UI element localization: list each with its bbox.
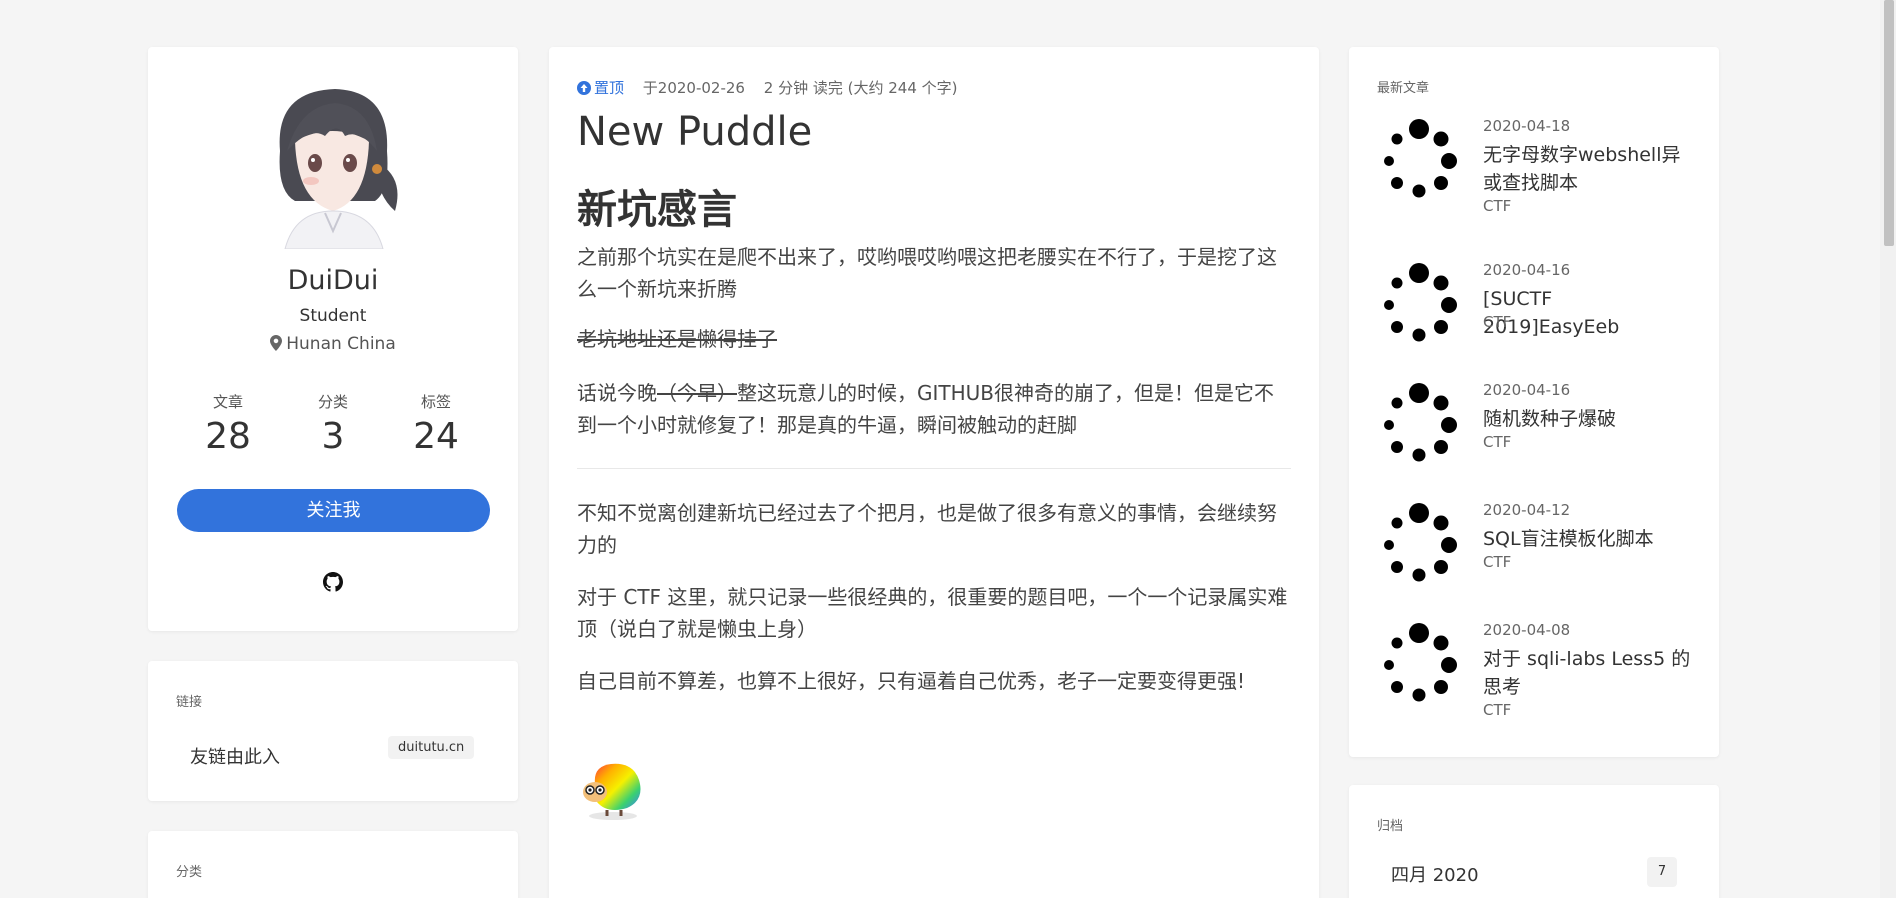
article-meta: 置顶 于2020-02-26 2 分钟 读完 (大约 244 个字): [577, 77, 972, 98]
profile-card: DuiDui Student Hunan China 文章 28 分类 3 标签…: [148, 47, 518, 631]
recent-post-item[interactable]: 2020-04-16 随机数种子爆破 CTF: [1377, 381, 1697, 491]
profile-location: Hunan China: [148, 334, 518, 354]
post-title[interactable]: 无字母数字webshell异或查找脚本: [1483, 141, 1693, 197]
post-title[interactable]: 对于 sqli-labs Less5 的思考: [1483, 645, 1693, 701]
post-category[interactable]: CTF: [1483, 313, 1511, 331]
archive-heading: 归档: [1377, 819, 1404, 834]
recent-post-item[interactable]: 2020-04-18 无字母数字webshell异或查找脚本 CTF: [1377, 117, 1697, 227]
article-title[interactable]: New Puddle: [577, 109, 812, 155]
article-paragraph: 对于 CTF 这里，就只记录一些很经典的，很重要的题目吧，一个一个记录属实难顶（…: [577, 585, 1288, 641]
stat-value: 24: [413, 416, 459, 457]
stat-label: 文章: [212, 393, 243, 411]
scrollbar-thumb[interactable]: [1884, 0, 1894, 246]
categories-heading: 分类: [176, 865, 203, 880]
archive-card: 归档 四月 2020 7: [1349, 785, 1719, 898]
post-title[interactable]: [SUCTF 2019]EasyEeb: [1483, 285, 1693, 341]
article-paragraph: 之前那个坑实在是爬不出来了，哎哟喂哎哟喂这把老腰实在不行了，于是挖了这么一个新坑…: [577, 245, 1277, 301]
post-date: 2020-04-18: [1483, 117, 1571, 135]
profile-stats: 文章 28 分类 3 标签 24: [148, 391, 518, 471]
article-card: 置顶 于2020-02-26 2 分钟 读完 (大约 244 个字) New P…: [549, 47, 1319, 898]
paragraph-text: 话说今晚: [577, 381, 657, 405]
post-category[interactable]: CTF: [1483, 553, 1511, 571]
stat-categories[interactable]: 分类 3: [283, 391, 383, 457]
avatar: [255, 81, 411, 249]
arrow-up-circle-icon: [577, 81, 591, 95]
links-card: 链接 友链由此入 duitutu.cn: [148, 661, 518, 801]
profile-role: Student: [299, 306, 367, 326]
loading-spinner-icon: [1384, 383, 1457, 462]
stat-articles[interactable]: 文章 28: [178, 391, 278, 457]
follow-button[interactable]: 关注我: [177, 489, 490, 532]
recent-posts-card: 最新文章 2020-04-18 无字母数字webshell异或查找脚本 CTF …: [1349, 47, 1719, 757]
loading-spinner-icon: [1384, 263, 1457, 342]
pinned-label: 置顶: [594, 79, 625, 97]
post-date: 2020-04-12: [1483, 501, 1571, 519]
post-date: 2020-04-16: [1483, 381, 1571, 399]
paragraph-strikethrough-text: （今早）: [657, 381, 737, 405]
article-date: 于2020-02-26: [642, 79, 745, 97]
post-date: 2020-04-16: [1483, 261, 1571, 279]
article-strikethrough-paragraph: 老坑地址还是懒得挂了: [577, 327, 777, 351]
article-paragraph: 不知不觉离创建新坑已经过去了个把月，也是做了很多有意义的事情，会继续努力的: [577, 501, 1277, 557]
article-paragraph: 话说今晚（今早）整这玩意儿的时候，GITHUB很神奇的崩了，但是！但是它不到一个…: [577, 377, 1289, 441]
profile-name: DuiDui: [287, 265, 379, 296]
stat-value: 28: [205, 416, 251, 457]
categories-card: 分类: [148, 831, 518, 898]
recent-post-item[interactable]: 2020-04-12 SQL盲注模板化脚本 CTF: [1377, 501, 1697, 611]
map-marker-icon: [270, 335, 283, 351]
location-text: Hunan China: [286, 334, 396, 354]
github-icon[interactable]: [323, 572, 343, 592]
archive-month[interactable]: 四月 2020: [1391, 861, 1479, 887]
recent-heading: 最新文章: [1377, 81, 1430, 96]
recent-post-item[interactable]: 2020-04-16 [SUCTF 2019]EasyEeb CTF: [1377, 261, 1697, 371]
article-read-time: 2 分钟 读完 (大约 244 个字): [763, 79, 958, 97]
page: DuiDui Student Hunan China 文章 28 分类 3 标签…: [0, 0, 1896, 898]
archive-count-badge: 7: [1647, 857, 1677, 887]
post-title[interactable]: 随机数种子爆破: [1483, 405, 1693, 433]
recent-post-item[interactable]: 2020-04-08 对于 sqli-labs Less5 的思考 CTF: [1377, 621, 1697, 731]
post-category[interactable]: CTF: [1483, 701, 1511, 719]
stat-label: 标签: [420, 393, 451, 411]
article-heading: 新坑感言: [577, 187, 737, 233]
loading-spinner-icon: [1384, 503, 1457, 582]
friend-link-tag[interactable]: duitutu.cn: [388, 736, 475, 759]
post-category[interactable]: CTF: [1483, 197, 1511, 215]
loading-spinner-icon: [1384, 119, 1457, 198]
article-paragraph: 自己目前不算差，也算不上很好，只有逼着自己优秀，老子一定要变得更强!: [577, 669, 1246, 693]
stat-label: 分类: [317, 393, 348, 411]
post-category[interactable]: CTF: [1483, 433, 1511, 451]
article-divider: [577, 468, 1291, 469]
stat-tags[interactable]: 标签 24: [386, 391, 486, 457]
loading-spinner-icon: [1384, 623, 1457, 702]
friend-link[interactable]: 友链由此入: [190, 743, 280, 769]
links-heading: 链接: [176, 695, 203, 710]
stat-value: 3: [321, 416, 345, 457]
rainbow-sheep-emoji: [583, 763, 641, 820]
post-date: 2020-04-08: [1483, 621, 1571, 639]
post-title[interactable]: SQL盲注模板化脚本: [1483, 525, 1693, 553]
pinned-badge: 置顶: [577, 79, 624, 97]
